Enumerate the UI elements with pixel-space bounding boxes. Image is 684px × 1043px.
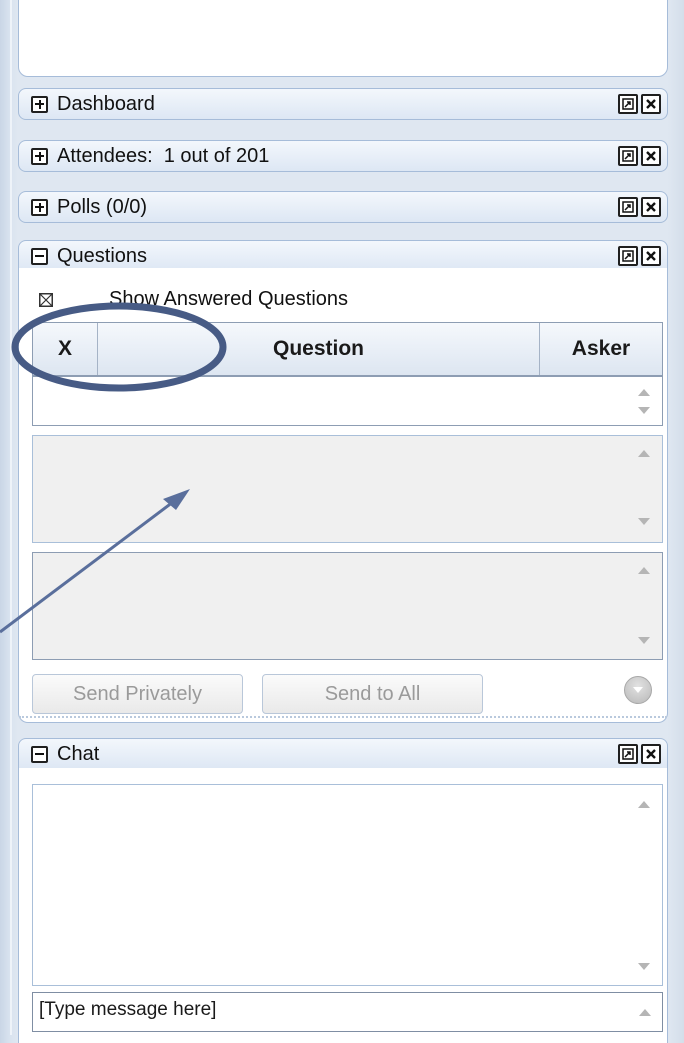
dropdown-circle-icon[interactable] [624, 676, 652, 704]
popout-icon[interactable] [618, 246, 638, 266]
question-detail-scrollbar[interactable] [626, 436, 662, 542]
column-header-question[interactable]: Question [98, 323, 540, 375]
section-header-polls[interactable]: Polls (0/0) [18, 191, 668, 223]
scroll-up-arrow-icon[interactable] [638, 389, 650, 396]
section-title-dashboard: Dashboard [57, 92, 155, 115]
expand-plus-icon[interactable] [31, 147, 48, 165]
checkbox-icon[interactable] [39, 292, 53, 307]
popout-icon[interactable] [618, 744, 638, 764]
questions-panel: Show Answered Questions X Question Asker… [18, 268, 668, 723]
resize-divider[interactable] [19, 716, 667, 718]
scroll-up-arrow-icon[interactable] [638, 450, 650, 457]
collapse-minus-icon[interactable] [31, 745, 48, 763]
collapse-minus-icon[interactable] [31, 247, 48, 265]
scroll-up-arrow-icon[interactable] [639, 1009, 651, 1016]
column-header-x[interactable]: X [33, 323, 98, 375]
send-to-all-button[interactable]: Send to All [262, 674, 483, 714]
chat-messages-scrollbar[interactable] [626, 785, 662, 985]
close-icon[interactable] [641, 246, 661, 266]
close-icon[interactable] [641, 197, 661, 217]
popout-icon[interactable] [618, 94, 638, 114]
expand-plus-icon[interactable] [31, 95, 48, 113]
show-answered-toggle[interactable]: Show Answered Questions [39, 288, 348, 311]
close-icon[interactable] [641, 146, 661, 166]
top-panel [18, 0, 668, 77]
section-title-chat: Chat [57, 742, 100, 765]
questions-table-header: X Question Asker [32, 322, 663, 376]
popout-icon[interactable] [618, 146, 638, 166]
scroll-down-arrow-icon[interactable] [638, 407, 650, 414]
scroll-up-arrow-icon[interactable] [638, 567, 650, 574]
expand-plus-icon[interactable] [31, 198, 48, 216]
answer-input-scrollbar[interactable] [626, 553, 662, 659]
question-detail-area[interactable] [32, 435, 663, 543]
scroll-down-arrow-icon[interactable] [638, 963, 650, 970]
section-title-questions: Questions [57, 244, 148, 267]
questions-list[interactable] [32, 376, 663, 426]
scroll-down-arrow-icon[interactable] [638, 637, 650, 644]
section-title-attendees: Attendees: 1 out of 201 [57, 144, 270, 167]
chat-message-input[interactable]: [Type message here] [32, 992, 663, 1032]
scroll-up-arrow-icon[interactable] [638, 801, 650, 808]
chat-message-input-text: [Type message here] [39, 999, 217, 1020]
column-header-asker[interactable]: Asker [540, 323, 662, 375]
scroll-down-arrow-icon[interactable] [638, 518, 650, 525]
questions-list-scrollbar[interactable] [626, 377, 662, 425]
close-icon[interactable] [641, 744, 661, 764]
popout-icon[interactable] [618, 197, 638, 217]
section-header-dashboard[interactable]: Dashboard [18, 88, 668, 120]
close-icon[interactable] [641, 94, 661, 114]
show-answered-label: Show Answered Questions [109, 288, 349, 310]
section-title-polls: Polls (0/0) [57, 195, 148, 218]
section-header-chat[interactable]: Chat [18, 738, 668, 770]
chat-messages-area[interactable] [32, 784, 663, 986]
send-privately-button[interactable]: Send Privately [32, 674, 243, 714]
answer-input-area[interactable] [32, 552, 663, 660]
window-edge-highlight [10, 0, 12, 1035]
chat-panel: [Type message here] [18, 768, 668, 1043]
section-header-attendees[interactable]: Attendees: 1 out of 201 [18, 140, 668, 172]
